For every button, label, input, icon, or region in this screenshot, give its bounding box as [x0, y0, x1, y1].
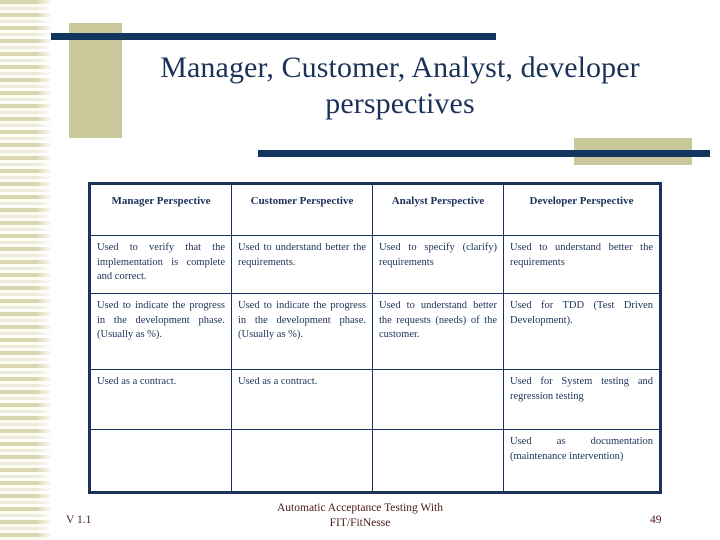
cell-customer-2: Used to indicate the progress in the dev…: [231, 293, 373, 370]
cell-manager-4: [89, 429, 232, 493]
cell-customer-4: [231, 429, 373, 493]
table-row: Used as a contract. Used as a contract. …: [89, 369, 661, 430]
navy-horizontal-rule-top: [51, 33, 496, 40]
footer-deck-title-line1: Automatic Acceptance Testing With: [277, 502, 443, 514]
stripe-fade-overlay: [0, 0, 51, 540]
table-row: Used as documentation (maintenance inter…: [89, 429, 661, 493]
cell-manager-1: Used to verify that the implementation i…: [89, 235, 232, 294]
footer-version-label: V 1.1: [66, 514, 92, 526]
cell-developer-2: Used for TDD (Test Driven Development).: [503, 293, 661, 370]
cell-manager-3: Used as a contract.: [89, 369, 232, 430]
cell-customer-1: Used to understand better the requiremen…: [231, 235, 373, 294]
table-header-row: Manager Perspective Customer Perspective…: [89, 183, 661, 236]
column-header-analyst: Analyst Perspective: [372, 183, 504, 236]
cell-analyst-1: Used to specify (clarify) requirements: [372, 235, 504, 294]
cell-developer-4: Used as documentation (maintenance inter…: [503, 429, 661, 493]
cell-analyst-4: [372, 429, 504, 493]
left-stripe-decoration: [0, 0, 51, 540]
column-header-customer: Customer Perspective: [231, 183, 373, 236]
cell-developer-1: Used to understand better the requiremen…: [503, 235, 661, 294]
column-header-developer: Developer Perspective: [503, 183, 661, 236]
table-row: Used to indicate the progress in the dev…: [89, 293, 661, 370]
table-row: Used to verify that the implementation i…: [89, 235, 661, 294]
footer-deck-title: Automatic Acceptance Testing With FIT/Fi…: [210, 501, 510, 531]
footer-deck-title-line2: FIT/FitNesse: [329, 517, 391, 529]
cell-manager-2: Used to indicate the progress in the dev…: [89, 293, 232, 370]
navy-horizontal-rule-bottom: [258, 150, 710, 157]
column-header-manager: Manager Perspective: [89, 183, 232, 236]
cell-analyst-2: Used to understand better the requests (…: [372, 293, 504, 370]
perspectives-comparison-table: Manager Perspective Customer Perspective…: [88, 182, 662, 494]
cell-developer-3: Used for System testing and regression t…: [503, 369, 661, 430]
cell-analyst-3: [372, 369, 504, 430]
footer-page-number: 49: [650, 514, 662, 526]
slide-footer: V 1.1 Automatic Acceptance Testing With …: [0, 498, 720, 540]
cell-customer-3: Used as a contract.: [231, 369, 373, 430]
page-title: Manager, Customer, Analyst, developer pe…: [160, 51, 640, 120]
